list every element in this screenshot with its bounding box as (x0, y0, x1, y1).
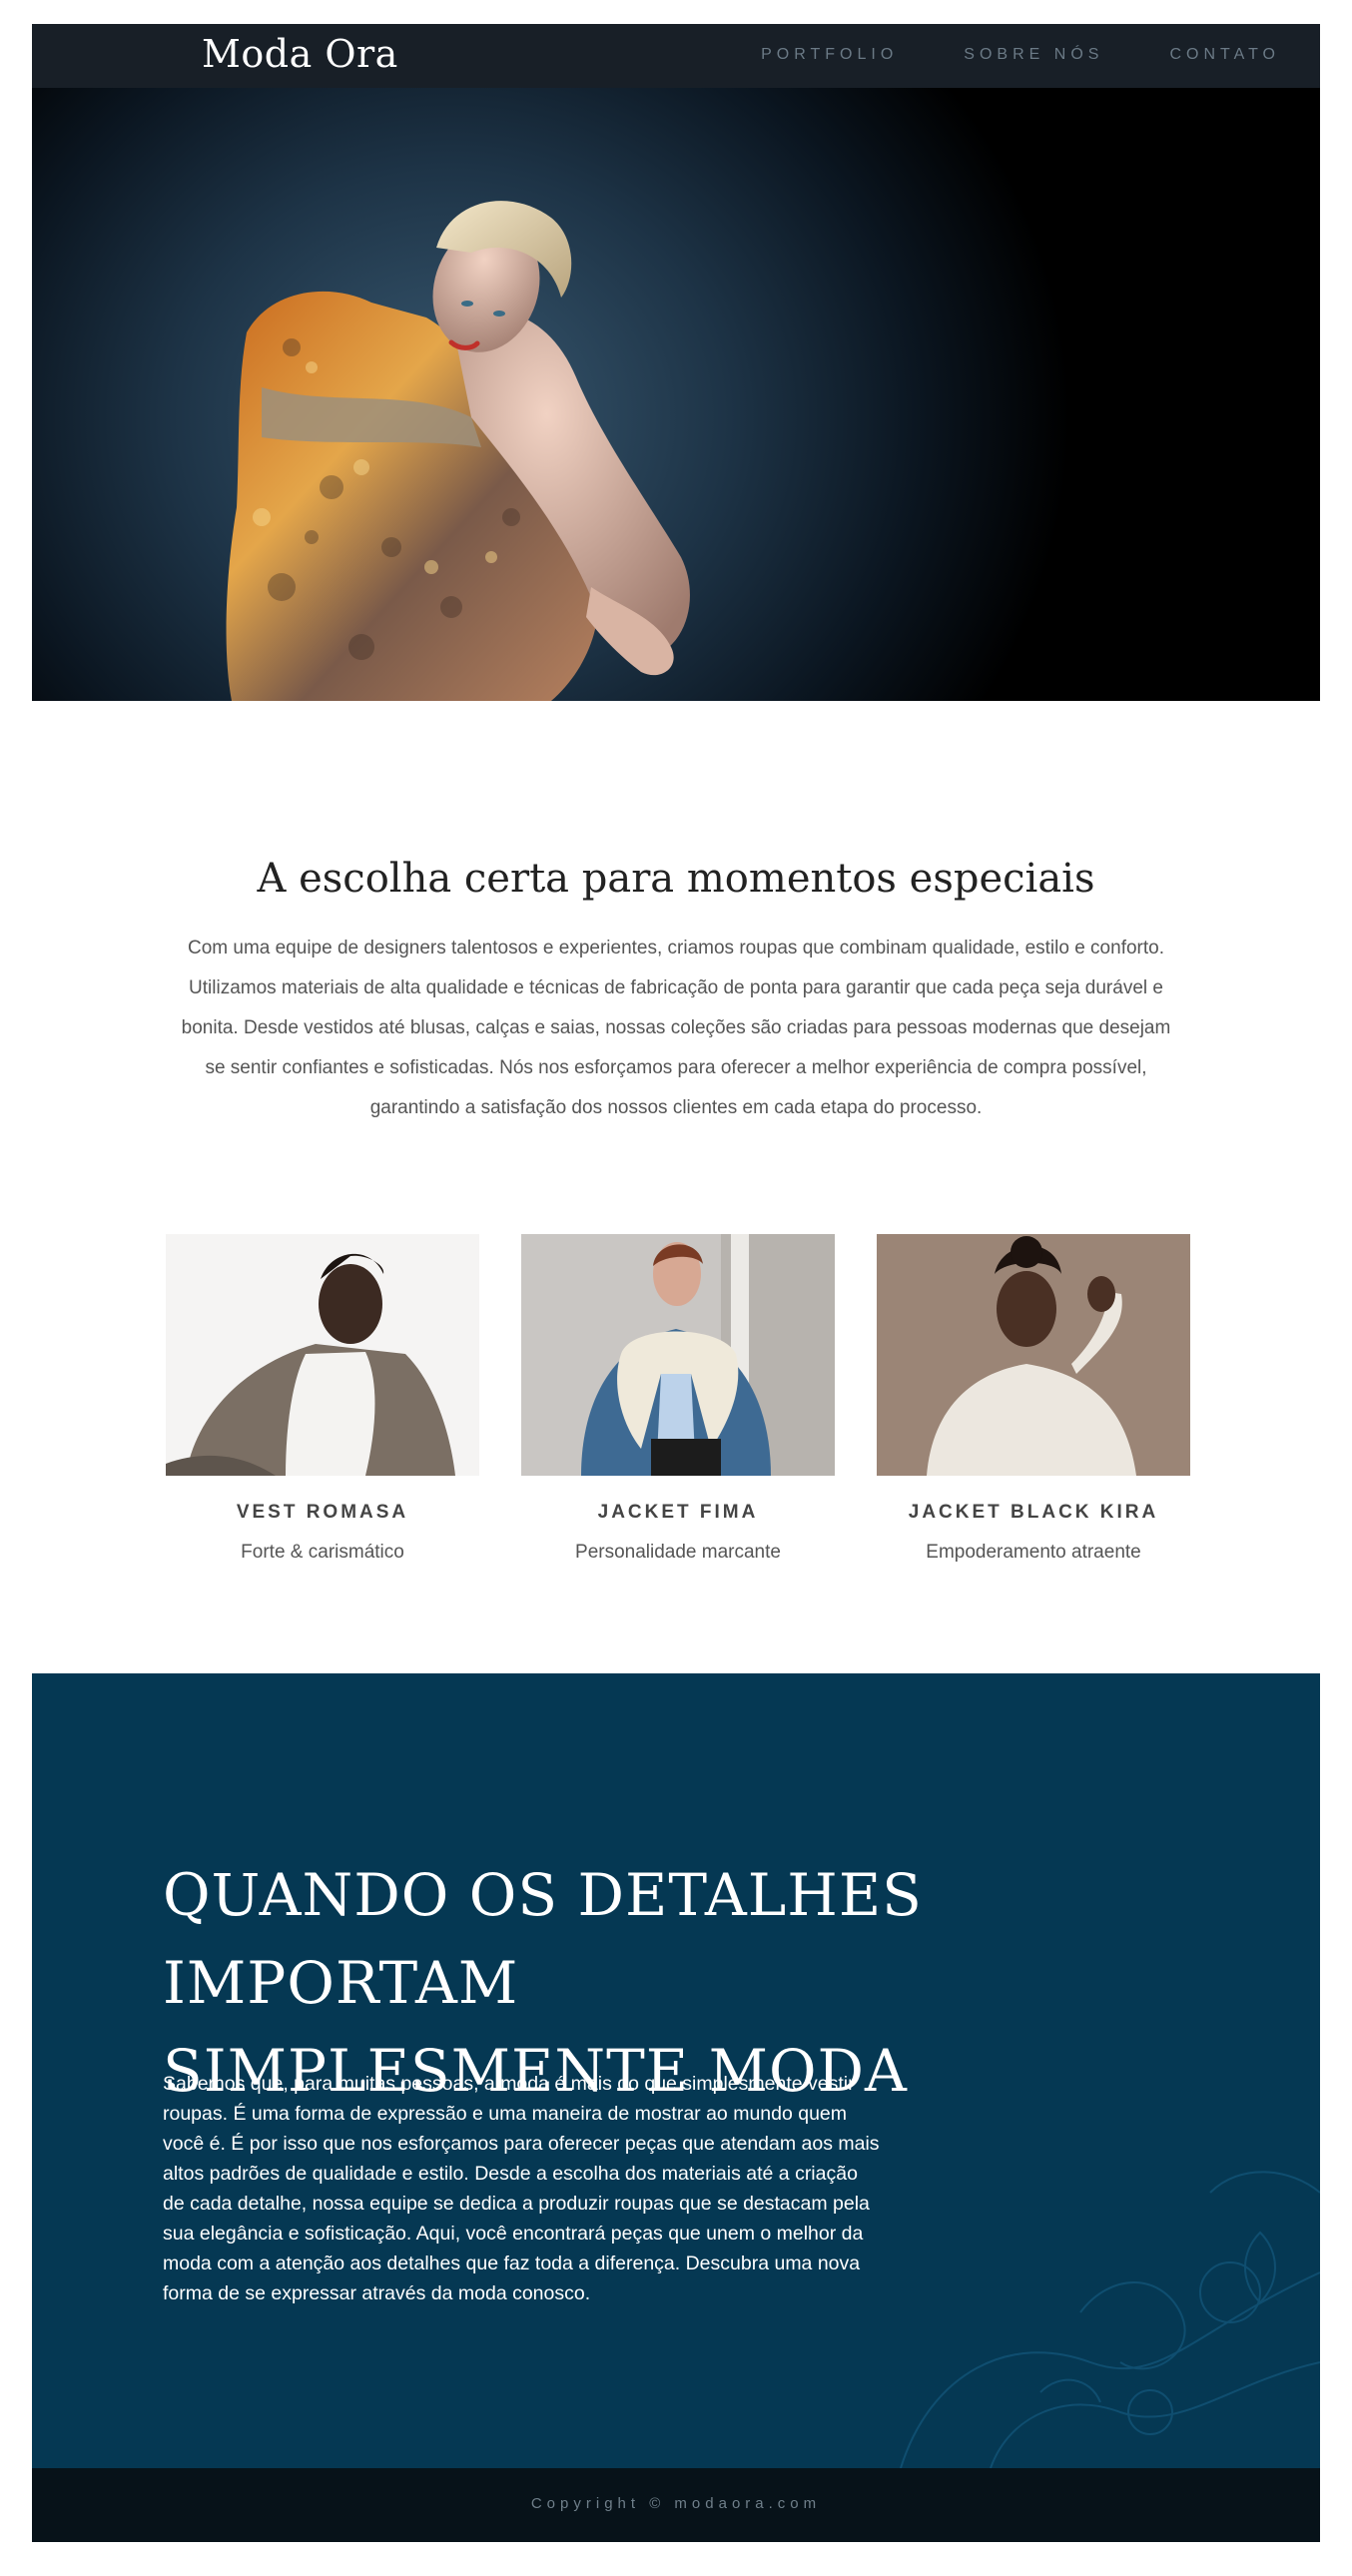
product-tagline: Empoderamento atraente (926, 1542, 1141, 1563)
product-tagline: Forte & carismático (241, 1542, 404, 1563)
site-footer: Copyright © modaora.com (32, 2468, 1320, 2542)
product-card[interactable]: JACKET BLACK KIRA Empoderamento atraente (877, 1234, 1190, 1564)
product-tagline: Personalidade marcante (575, 1542, 781, 1563)
main-nav: PORTFOLIO SOBRE NÓS CONTATO (761, 46, 1280, 64)
details-heading-line1: QUANDO OS DETALHES IMPORTAM (163, 1861, 923, 2017)
product-card[interactable]: VEST ROMASA Forte & carismático (166, 1234, 479, 1564)
hero-model-image (226, 201, 690, 701)
product-image[interactable] (166, 1234, 479, 1476)
copyright-text: Copyright © modaora.com (530, 2495, 822, 2512)
intro-text: Com uma equipe de designers talentosos e… (181, 938, 1171, 1118)
product-image[interactable] (877, 1234, 1190, 1476)
nav-link-sobre-nos[interactable]: SOBRE NÓS (964, 46, 1103, 64)
details-text: Sabemos que, para muitas pessoas, a moda… (163, 2073, 880, 2304)
product-image[interactable] (521, 1234, 835, 1476)
site-header: Moda Ora PORTFOLIO SOBRE NÓS CONTATO (32, 24, 1320, 88)
intro-title: A escolha certa para momentos especiais (257, 855, 1095, 902)
nav-link-contato[interactable]: CONTATO (1169, 46, 1280, 64)
product-name: VEST ROMASA (236, 1502, 409, 1523)
product-card[interactable]: JACKET FIMA Personalidade marcante (521, 1234, 835, 1564)
site-logo[interactable]: Moda Ora (202, 32, 398, 76)
nav-link-portfolio[interactable]: PORTFOLIO (761, 46, 898, 64)
product-name: JACKET BLACK KIRA (908, 1502, 1159, 1523)
product-name: JACKET FIMA (597, 1502, 759, 1523)
hero-banner (32, 88, 1320, 701)
details-section: QUANDO OS DETALHES IMPORTAM SIMPLESMENTE… (32, 1673, 1320, 2468)
